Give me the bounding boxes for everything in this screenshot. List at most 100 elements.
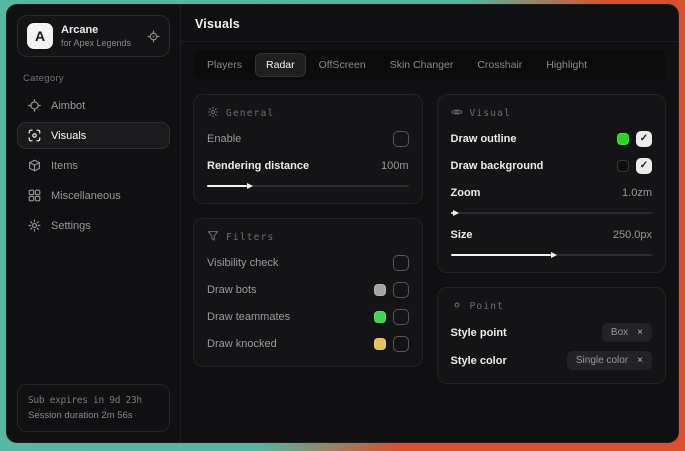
- session-duration-text: Session duration 2m 56s: [28, 408, 159, 423]
- app-subtitle: for Apex Legends: [61, 38, 139, 48]
- point-icon: [451, 299, 463, 314]
- tab-players[interactable]: Players: [196, 53, 253, 77]
- sub-expiry-text: Sub expires in 9d 23h: [28, 393, 159, 408]
- draw-outline-checkbox[interactable]: ✓: [636, 131, 652, 147]
- draw-outline-label: Draw outline: [451, 133, 517, 145]
- panel-general: General Enable Rendering distance 100m: [193, 94, 423, 204]
- slider-thumb[interactable]: [551, 252, 557, 258]
- draw-teammates-checkbox[interactable]: [393, 309, 409, 325]
- enable-checkbox[interactable]: [393, 131, 409, 147]
- draw-knocked-row: Draw knocked: [207, 335, 409, 353]
- slider-thumb[interactable]: [247, 183, 253, 189]
- visibility-check-checkbox[interactable]: [393, 255, 409, 271]
- panel-general-header: General: [207, 106, 409, 121]
- style-point-row: Style point Box ×: [451, 323, 653, 342]
- sidebar-item-aimbot[interactable]: Aimbot: [17, 92, 170, 119]
- chip-label: Box: [611, 327, 628, 338]
- sidebar-item-settings[interactable]: Settings: [17, 212, 170, 239]
- zoom-row: Zoom 1.0zm: [451, 184, 653, 202]
- session-info-card: Sub expires in 9d 23h Session duration 2…: [17, 384, 170, 432]
- draw-outline-color-swatch[interactable]: [617, 133, 629, 145]
- enable-row: Enable: [207, 130, 409, 148]
- draw-knocked-color-swatch[interactable]: [374, 338, 386, 350]
- panel-title: Visual: [470, 108, 512, 119]
- check-icon: ✓: [640, 134, 648, 144]
- sidebar-item-miscellaneous[interactable]: Miscellaneous: [17, 182, 170, 209]
- sidebar-item-visuals[interactable]: Visuals: [17, 122, 170, 149]
- style-color-chip[interactable]: Single color ×: [567, 351, 652, 370]
- sidebar-item-label: Aimbot: [51, 100, 85, 112]
- tab-radar[interactable]: Radar: [255, 53, 306, 77]
- slider-fill: [451, 254, 552, 256]
- draw-knocked-checkbox[interactable]: [393, 336, 409, 352]
- draw-teammates-color-swatch[interactable]: [374, 311, 386, 323]
- slider-fill: [451, 212, 453, 214]
- main-area: Visuals Players Radar OffScreen Skin Cha…: [181, 5, 678, 442]
- draw-background-checkbox[interactable]: ✓: [636, 158, 652, 174]
- style-point-chip[interactable]: Box ×: [602, 323, 652, 342]
- draw-bots-label: Draw bots: [207, 284, 257, 296]
- panel-filters-header: Filters: [207, 230, 409, 245]
- slider-track: [451, 212, 653, 214]
- app-name: Arcane: [61, 24, 139, 36]
- brand-text: Arcane for Apex Legends: [61, 24, 139, 48]
- grid-icon: [28, 189, 41, 202]
- size-row: Size 250.0px: [451, 226, 653, 244]
- panel-title: Point: [470, 301, 505, 312]
- tab-crosshair[interactable]: Crosshair: [466, 53, 533, 77]
- gear-icon: [28, 219, 41, 232]
- rendering-distance-row: Rendering distance 100m: [207, 157, 409, 175]
- draw-knocked-label: Draw knocked: [207, 338, 277, 350]
- crosshair-icon: [28, 99, 41, 112]
- sidebar-nav: Aimbot Visuals Items Miscellaneous: [17, 92, 170, 239]
- close-icon[interactable]: ×: [637, 328, 643, 338]
- tab-bar: Players Radar OffScreen Skin Changer Cro…: [193, 50, 666, 80]
- draw-background-label: Draw background: [451, 160, 544, 172]
- panel-visual-header: Visual: [451, 106, 653, 121]
- style-color-row: Style color Single color ×: [451, 351, 653, 370]
- category-label: Category: [23, 73, 164, 84]
- zoom-label: Zoom: [451, 187, 481, 199]
- slider-thumb[interactable]: [453, 210, 459, 216]
- sidebar-item-items[interactable]: Items: [17, 152, 170, 179]
- funnel-icon: [207, 230, 219, 245]
- tab-offscreen[interactable]: OffScreen: [308, 53, 377, 77]
- draw-teammates-label: Draw teammates: [207, 311, 290, 323]
- target-icon[interactable]: [147, 30, 160, 43]
- box-icon: [28, 159, 41, 172]
- tab-skin-changer[interactable]: Skin Changer: [379, 53, 465, 77]
- draw-teammates-row: Draw teammates: [207, 308, 409, 326]
- rendering-distance-slider[interactable]: [207, 182, 409, 190]
- eye-icon: [451, 106, 463, 121]
- draw-background-color-swatch[interactable]: [617, 160, 629, 172]
- panel-filters: Filters Visibility check Draw bots: [193, 218, 423, 367]
- tab-highlight[interactable]: Highlight: [535, 53, 598, 77]
- zoom-slider[interactable]: [451, 209, 653, 217]
- sidebar-item-label: Visuals: [51, 130, 86, 142]
- sidebar-item-label: Items: [51, 160, 78, 172]
- style-color-label: Style color: [451, 355, 507, 367]
- draw-bots-checkbox[interactable]: [393, 282, 409, 298]
- rendering-distance-label: Rendering distance: [207, 160, 309, 172]
- main-header: Visuals: [181, 5, 678, 42]
- right-column: Visual Draw outline ✓ Draw background: [437, 94, 667, 384]
- sidebar-item-label: Settings: [51, 220, 91, 232]
- sun-icon: [207, 106, 219, 121]
- draw-bots-color-swatch[interactable]: [374, 284, 386, 296]
- check-icon: ✓: [640, 161, 648, 171]
- brand-card: A Arcane for Apex Legends: [17, 15, 170, 57]
- eye-scan-icon: [28, 129, 41, 142]
- content: General Enable Rendering distance 100m: [181, 80, 678, 398]
- size-slider[interactable]: [451, 251, 653, 259]
- left-column: General Enable Rendering distance 100m: [193, 94, 423, 367]
- draw-background-row: Draw background ✓: [451, 157, 653, 175]
- visibility-check-label: Visibility check: [207, 257, 278, 269]
- panel-visual: Visual Draw outline ✓ Draw background: [437, 94, 667, 273]
- close-icon[interactable]: ×: [637, 356, 643, 366]
- panel-title: General: [226, 108, 274, 119]
- draw-outline-row: Draw outline ✓: [451, 130, 653, 148]
- chip-label: Single color: [576, 355, 628, 366]
- style-point-label: Style point: [451, 327, 507, 339]
- page-title: Visuals: [195, 17, 664, 31]
- visibility-check-row: Visibility check: [207, 254, 409, 272]
